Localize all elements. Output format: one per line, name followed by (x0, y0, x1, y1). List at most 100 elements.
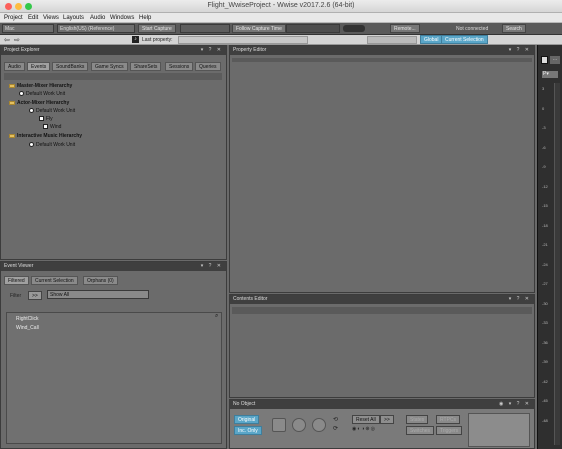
time-display (286, 24, 340, 33)
filter-label: Filter (10, 293, 22, 299)
filter-select[interactable]: Show All (47, 290, 149, 299)
meter-tick-label: -18 (542, 222, 548, 228)
work-unit-icon (29, 142, 34, 148)
list-item[interactable]: Wind_Call (16, 325, 39, 331)
secondary-toolbar: ⇦ ⇨ ♪ Last property: Global Current Sele… (0, 35, 562, 45)
contents-editor-title: Contents Editor (233, 296, 268, 302)
work-unit-icon (29, 108, 34, 114)
capture-time-field[interactable] (180, 24, 230, 33)
events-list (6, 312, 222, 444)
sync-icon[interactable]: ⟳ (333, 425, 338, 432)
capture-toggle[interactable] (343, 25, 365, 32)
pause-button[interactable] (292, 418, 306, 432)
main-toolbar: Mac English(US) (Reference) Start Captur… (0, 23, 562, 35)
reset-all-button[interactable]: Reset All (352, 415, 380, 424)
panel-controls[interactable]: ▾ ? ✕ (201, 47, 223, 53)
transport-header: No Object ◉ ▾ ? ✕ (230, 400, 534, 409)
transport-more-button[interactable]: >> (380, 415, 394, 424)
current-selection-button[interactable]: Current Selection (441, 35, 488, 44)
rtpcs-button[interactable]: RTPCs (436, 415, 461, 424)
play-button[interactable] (312, 418, 326, 432)
triggers-button[interactable]: Triggers (436, 426, 463, 435)
folder-icon (9, 133, 15, 138)
remote-button[interactable]: Remote... (390, 24, 420, 33)
event-viewer-panel: Event Viewer ▾ ? ✕ Filtered Current Selec… (0, 261, 227, 449)
tab-audio[interactable]: Audio (4, 62, 25, 71)
start-capture-button[interactable]: Start Capture (138, 24, 176, 33)
property-editor-toolbar (232, 58, 532, 62)
tree-item[interactable]: Default Work Unit (19, 91, 65, 97)
meter-tick-label: -9 (542, 164, 546, 169)
transport-details-area (468, 413, 530, 447)
search-button[interactable]: Search (502, 24, 526, 33)
menu-views[interactable]: Views (43, 15, 59, 21)
tab-current-selection[interactable]: Current Selection (31, 276, 78, 285)
loop-icon[interactable]: ⟲ (333, 416, 338, 423)
meter-tick-label: 3 (542, 86, 545, 91)
tree-item[interactable]: Actor-Mixer Hierarchy (9, 100, 69, 106)
tree-item[interactable]: Default Work Unit (29, 108, 75, 114)
menu-windows[interactable]: Windows (110, 15, 134, 21)
event-viewer-header: Event Viewer ▾ ? ✕ (1, 262, 226, 271)
meter-tick-label: -30 (542, 300, 548, 306)
panel-controls[interactable]: ▾ ? ✕ (509, 47, 531, 53)
menu-help[interactable]: Help (139, 15, 151, 21)
meter-menu-icon[interactable]: … (550, 56, 560, 64)
list-item[interactable]: RightClick (16, 316, 39, 322)
tree-item[interactable]: Default Work Unit (29, 142, 75, 148)
panel-controls[interactable]: ▾ ? ✕ (201, 263, 223, 269)
tab-events[interactable]: Events (27, 62, 51, 71)
project-explorer-header: Project Explorer ▾ ? ✕ (1, 46, 226, 55)
meter-tick-label: -21 (542, 242, 548, 247)
folder-icon (9, 83, 15, 88)
search-icon[interactable]: ⌕ (215, 313, 218, 320)
tab-sessions[interactable]: Sessions (165, 62, 194, 71)
back-arrow-icon[interactable]: ⇦ (4, 36, 10, 44)
language-select[interactable]: English(US) (Reference) (57, 24, 135, 33)
tree-item[interactable]: Fly (39, 116, 53, 122)
global-button[interactable]: Global (420, 35, 443, 44)
meter-tick-label: -36 (542, 339, 548, 345)
meter-settings-icon[interactable] (541, 56, 548, 64)
connection-status: Not connected (456, 26, 489, 32)
menu-project[interactable]: Project (4, 15, 23, 21)
tab-soundbanks[interactable]: SoundBanks (52, 62, 89, 71)
follow-capture-time-button[interactable]: Follow Capture Time (232, 24, 286, 33)
tree-item[interactable]: Master-Mixer Hierarchy (9, 83, 72, 89)
switches-button[interactable]: Switches (406, 426, 435, 435)
last-property-field[interactable] (178, 36, 308, 44)
property-editor-panel: Property Editor ▾ ? ✕ (229, 45, 535, 293)
panel-controls[interactable]: ◉ ▾ ? ✕ (499, 401, 531, 407)
menu-edit[interactable]: Edit (28, 15, 38, 21)
tab-orphans[interactable]: Orphans (0) (83, 276, 118, 285)
states-button[interactable]: States (406, 415, 429, 424)
platform-select[interactable]: Mac (2, 24, 54, 33)
property-value-field[interactable] (367, 36, 417, 44)
menu-audio[interactable]: Audio (90, 15, 105, 21)
forward-arrow-icon[interactable]: ⇨ (14, 36, 20, 44)
tab-sharesets[interactable]: ShareSets (130, 62, 162, 71)
meter-tick-label: -24 (542, 261, 548, 267)
window-title: Flight_WwiseProject - Wwise v2017.2.6 (6… (207, 2, 355, 9)
inc-only-button[interactable]: Inc. Only (234, 426, 262, 435)
menu-layouts[interactable]: Layouts (63, 15, 84, 21)
meter-bar (554, 83, 560, 445)
meter-tick-label: -39 (542, 359, 548, 364)
tree-item[interactable]: Interactive Music Hierarchy (9, 133, 82, 139)
meter-tick-label: -27 (542, 281, 548, 286)
original-button[interactable]: Original (234, 415, 260, 424)
transport-options-icon[interactable]: ◉◐◑⊕◎ (352, 426, 376, 432)
panel-controls[interactable]: ▾ ? ✕ (509, 296, 531, 302)
stop-button[interactable] (272, 418, 286, 432)
contents-editor-panel: Contents Editor ▾ ? ✕ (229, 294, 535, 398)
tab-queries[interactable]: Queries (195, 62, 221, 71)
tab-filtered[interactable]: Filtered (4, 276, 29, 285)
menu-bar: Project Edit Views Layouts Audio Windows… (0, 13, 562, 23)
meter-tick-label: 0 (542, 105, 545, 111)
meter-tick-label: -33 (542, 320, 548, 325)
tree-item[interactable]: Wind (43, 124, 61, 130)
tab-game-syncs[interactable]: Game Syncs (91, 62, 128, 71)
meter-tick-label: -45 (542, 398, 548, 403)
meter-mode-select[interactable]: P▾ (542, 71, 558, 78)
filter-more-button[interactable]: >> (28, 291, 42, 300)
